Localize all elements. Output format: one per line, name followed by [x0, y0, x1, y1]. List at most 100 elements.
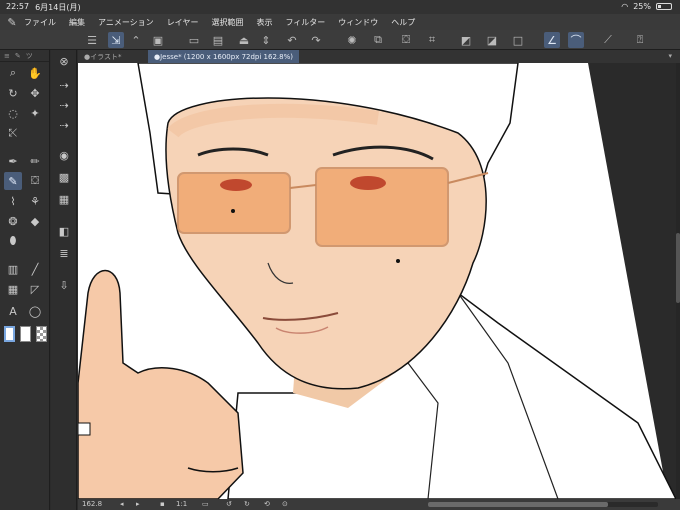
menu-selection[interactable]: 選択範囲 — [211, 17, 243, 28]
tab-illustration[interactable]: ● イラスト* — [78, 50, 127, 63]
menu-help[interactable]: ヘルプ — [391, 17, 415, 28]
menu-file[interactable]: ファイル — [24, 17, 56, 28]
app-logo-icon[interactable]: ✎ — [0, 16, 24, 29]
status-bar: 22:57 6月14日(月) ◠ 25% — [0, 0, 680, 14]
pen-tab-icon[interactable]: ✎ — [15, 52, 21, 60]
menu-window[interactable]: ウィンドウ — [338, 17, 378, 28]
pencil-tool-icon[interactable]: ✏ — [26, 152, 44, 170]
hand-tool-icon[interactable]: ✋ — [26, 64, 44, 82]
decoration-tool-icon[interactable]: ⚘ — [26, 192, 44, 210]
battery-fill — [658, 5, 661, 8]
zoom-up-icon[interactable]: ▸ — [136, 500, 140, 508]
rotate-right-icon[interactable]: ↻ — [244, 500, 250, 508]
blend-tool-icon[interactable]: ❂ — [4, 212, 22, 230]
menu-view[interactable]: 表示 — [256, 17, 272, 28]
tab-menu-icon[interactable]: ▾ — [668, 52, 672, 60]
ruler-tool-icon[interactable]: ◸ — [26, 280, 44, 298]
material-icon[interactable]: ⇩ — [55, 276, 73, 294]
undo-icon[interactable]: ↶ — [284, 32, 300, 48]
text-tool-icon[interactable]: A — [4, 302, 22, 320]
clear-icon[interactable]: ⏏ — [236, 32, 252, 48]
artwork — [78, 63, 676, 499]
transform-icon[interactable]: ⇲ — [108, 32, 124, 48]
crop-icon[interactable]: ⌗ — [424, 32, 440, 48]
document-tabs: ● イラスト* ● Jesse* (1200 x 1600px 72dpi 16… — [78, 50, 680, 63]
canvas-status-bar: 162.8 ◂ ▸ ▪ 1:1 ▭ ↺ ↻ ⟲ ⊙ — [78, 499, 680, 510]
fit-window-icon[interactable]: ▭ — [202, 500, 209, 508]
zoom-tool-icon[interactable]: ⌕ — [4, 64, 22, 82]
companion-icon[interactable]: ▣ — [150, 32, 166, 48]
status-date: 6月14日(月) — [35, 3, 81, 12]
chevron-icon[interactable]: ⌃ — [128, 32, 144, 48]
fill-bucket-icon[interactable]: ⛋ — [398, 32, 414, 48]
ruler-icon[interactable]: ∠ — [544, 32, 560, 48]
rotate-tool-icon[interactable]: ↻ — [4, 84, 22, 102]
hamburger-menu-icon[interactable]: ☰ — [84, 32, 100, 48]
menu-icon[interactable]: ≡ — [4, 52, 10, 60]
stepper-icon[interactable]: ⇕ — [258, 32, 274, 48]
selection-icon[interactable]: ◩ — [458, 32, 474, 48]
copy-icon[interactable]: ⧉ — [370, 32, 386, 48]
sub-tool-icon[interactable]: ⇢ — [55, 76, 73, 94]
scroll-thumb[interactable] — [428, 502, 608, 507]
folder-icon[interactable]: ▤ — [210, 32, 226, 48]
layer-icon[interactable]: ▭ — [186, 32, 202, 48]
lasso-tool-icon[interactable]: ◌ — [4, 104, 22, 122]
tab-label: イラスト* — [90, 52, 122, 61]
eraser-tool-icon[interactable]: ◆ — [26, 212, 44, 230]
zoom-down-icon[interactable]: ◂ — [120, 500, 124, 508]
magic-wand-icon[interactable]: ✦ — [26, 104, 44, 122]
eyedropper-icon[interactable]: ⤪ — [4, 124, 22, 142]
tab-jesse[interactable]: ● Jesse* (1200 x 1600px 72dpi 162.8%) — [148, 50, 299, 63]
color-set-icon[interactable]: ▩ — [55, 168, 73, 186]
move-tool-icon[interactable]: ✥ — [26, 84, 44, 102]
actual-size[interactable]: 1:1 — [176, 500, 187, 508]
vertical-scrollbar[interactable] — [676, 63, 680, 499]
layer-list-icon[interactable]: ≣ — [55, 244, 73, 262]
loading-icon[interactable]: ✺ — [344, 32, 360, 48]
redo-icon[interactable]: ↷ — [308, 32, 324, 48]
frame-tool-icon[interactable]: ▦ — [4, 280, 22, 298]
menu-bar: ✎ ファイル 編集 アニメーション レイヤー 選択範囲 表示 フィルター ウィン… — [0, 14, 680, 30]
balloon-tool-icon[interactable]: ◯ — [26, 302, 44, 320]
tab-label: Jesse* (1200 x 1600px 72dpi 162.8%) — [160, 52, 293, 61]
fill-tool-icon[interactable]: ⛋ — [26, 172, 44, 190]
brush-size-icon[interactable]: ⇢ — [55, 116, 73, 134]
brush-tool-icon[interactable]: ✎ — [4, 172, 22, 190]
navigator-icon[interactable]: ⊗ — [55, 52, 73, 70]
reset-icon[interactable]: ⟲ — [264, 500, 270, 508]
tool-palette: ≡ ✎ ツ ⌕ ✋ ↻ ✥ ◌ ✦ ⤪ ✒ ✏ ✎ ⛋ ⌇ ⚘ ❂ ◆ ⬮ ▥ … — [0, 50, 50, 510]
main-color-swatch[interactable] — [4, 326, 15, 342]
brush-tab-icon[interactable]: ツ — [26, 51, 33, 61]
tool-property-icon[interactable]: ⇢ — [55, 96, 73, 114]
fit-icon[interactable]: ▪ — [160, 500, 165, 508]
battery-percent: 25% — [633, 2, 651, 11]
gradient-tool-icon[interactable]: ▥ — [4, 260, 22, 278]
rotate-left-icon[interactable]: ↺ — [226, 500, 232, 508]
canvas[interactable] — [78, 63, 676, 499]
status-time: 22:57 — [6, 2, 30, 11]
zoom-value[interactable]: 162.8 — [82, 500, 102, 508]
curve-icon[interactable]: ⌒ — [568, 32, 584, 48]
pen-tool-icon[interactable]: ✒ — [4, 152, 22, 170]
menu-layer[interactable]: レイヤー — [167, 17, 199, 28]
airbrush-tool-icon[interactable]: ⌇ — [4, 192, 22, 210]
layer-property-icon[interactable]: ◧ — [55, 222, 73, 240]
menu-animation[interactable]: アニメーション — [98, 17, 154, 28]
horizontal-scrollbar[interactable] — [428, 502, 658, 507]
menu-edit[interactable]: 編集 — [69, 17, 85, 28]
flip-icon[interactable]: ⊙ — [282, 500, 288, 508]
transparent-color-swatch[interactable] — [36, 326, 47, 342]
palette-strip: ⊗ ⇢ ⇢ ⇢ ◉ ▩ ▦ ◧ ≣ ⇩ — [51, 50, 77, 510]
pen-pressure-icon[interactable]: ⟋ — [600, 32, 616, 48]
menu-filter[interactable]: フィルター — [285, 17, 325, 28]
square-icon[interactable]: □ — [510, 32, 526, 48]
help-icon[interactable]: ⍰ — [632, 32, 648, 48]
mask-icon[interactable]: ◪ — [484, 32, 500, 48]
color-wheel-icon[interactable]: ◉ — [55, 146, 73, 164]
color-history-icon[interactable]: ▦ — [55, 190, 73, 208]
line-tool-icon[interactable]: ╱ — [26, 260, 44, 278]
sub-color-swatch[interactable] — [20, 326, 31, 342]
smudge-tool-icon[interactable]: ⬮ — [4, 232, 22, 250]
scroll-thumb[interactable] — [676, 233, 680, 303]
